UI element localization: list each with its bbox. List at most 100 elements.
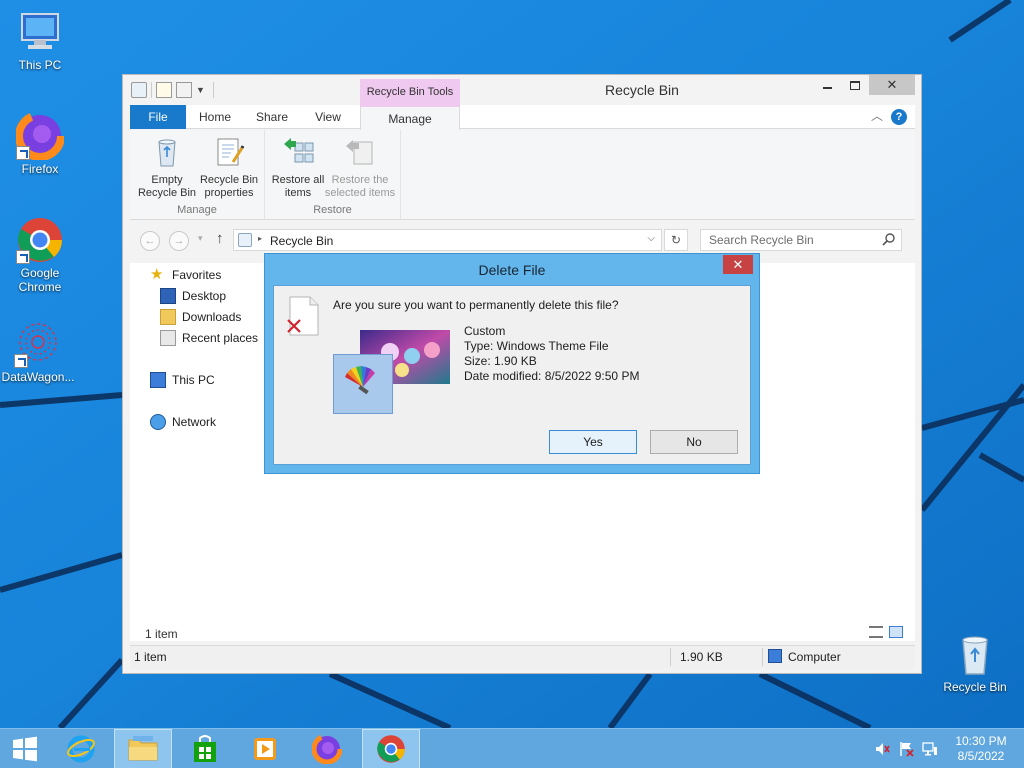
internet-explorer-icon [67, 735, 95, 763]
ribbon-button-label: Restore the selected items [324, 174, 396, 199]
clock-date: 8/5/2022 [957, 749, 1005, 763]
refresh-button[interactable]: ↻ [664, 229, 688, 251]
desktop-icon-label: Recycle Bin [943, 680, 1007, 694]
details-view-icon[interactable] [869, 626, 883, 638]
delete-file-icon [286, 296, 320, 339]
chrome-icon [377, 735, 405, 763]
firefox-icon [15, 111, 65, 161]
chevron-up-icon[interactable]: ︿ [871, 107, 883, 124]
computer-icon [16, 8, 64, 56]
address-bar[interactable]: ▸ Recycle Bin ⌵ [233, 229, 662, 251]
recycle-bin-small-icon [238, 233, 252, 247]
search-input[interactable] [700, 229, 902, 251]
desktop-icon-label: DataWagon... [1, 370, 75, 384]
dialog-title: Delete File [478, 262, 546, 278]
recent-places-icon [160, 330, 176, 346]
search-icon[interactable] [882, 233, 895, 249]
close-icon: ✕ [886, 77, 898, 92]
forward-button[interactable]: → [169, 231, 189, 251]
breadcrumb[interactable]: Recycle Bin [270, 234, 333, 248]
computer-icon [768, 649, 782, 663]
title-bar[interactable]: ▼ Recycle Bin Tools Recycle Bin ✕ [123, 75, 921, 105]
up-arrow-icon[interactable]: ↑ [216, 230, 224, 247]
taskbar-internet-explorer[interactable] [52, 729, 110, 768]
empty-recycle-bin-button[interactable]: Empty Recycle Bin [134, 134, 200, 200]
no-button[interactable]: No [650, 430, 738, 454]
windows-logo-icon [13, 736, 37, 762]
restore-selected-icon [344, 136, 376, 168]
breadcrumb-chevron-icon[interactable]: ▸ [258, 234, 262, 243]
yes-button[interactable]: Yes [549, 430, 637, 454]
nav-recent-places[interactable]: Recent places [160, 328, 258, 348]
status-size: 1.90 KB [680, 650, 723, 664]
desktop-icon-recycle-bin[interactable]: Recycle Bin [937, 630, 1013, 694]
store-icon [194, 735, 216, 762]
shortcut-arrow-icon [16, 250, 30, 264]
shortcut-arrow-icon [14, 354, 28, 368]
recycle-bin-icon [951, 630, 999, 678]
desktop-icon-this-pc[interactable]: This PC [2, 8, 78, 72]
window-title: Recycle Bin [605, 82, 679, 98]
nav-desktop[interactable]: Desktop [160, 286, 226, 306]
ribbon-tabs: File Home Share View Manage ︿ ? [130, 105, 915, 130]
empty-recycle-bin-icon [151, 136, 183, 168]
restore-selected-items-button[interactable]: Restore the selected items [323, 134, 397, 200]
tab-home[interactable]: Home [190, 105, 240, 129]
taskbar-media-player[interactable] [236, 729, 294, 768]
recent-locations-chevron-icon[interactable]: ▾ [198, 233, 203, 244]
ribbon-group-label: Manage [177, 204, 217, 216]
volume-muted-icon[interactable] [874, 741, 890, 757]
ribbon-group-restore: Restore all items Restore the selected i… [265, 130, 401, 220]
tab-manage[interactable]: Manage [360, 105, 460, 130]
dialog-close-button[interactable]: ✕ [723, 255, 753, 274]
taskbar-store[interactable] [176, 729, 234, 768]
nav-downloads[interactable]: Downloads [160, 307, 241, 327]
properties-icon [213, 136, 245, 168]
ribbon-group-manage: Empty Recycle Bin Recycle Bin properties… [130, 130, 265, 220]
media-player-icon [254, 738, 276, 760]
large-icons-view-icon[interactable] [889, 626, 903, 638]
dialog-question: Are you sure you want to permanently del… [333, 298, 619, 312]
desktop-icon-label: This PC [18, 58, 62, 72]
restore-all-icon [282, 136, 314, 168]
restore-all-items-button[interactable]: Restore all items [265, 134, 331, 200]
folder-icon [128, 736, 158, 761]
chevron-down-icon[interactable]: ⌵ [647, 233, 655, 244]
clock-time: 10:30 PM [955, 734, 1007, 748]
theme-file-icon [333, 354, 393, 414]
tab-view[interactable]: View [306, 105, 350, 129]
firefox-icon [312, 734, 342, 764]
status-bar: 1 item 1.90 KB Computer [130, 645, 915, 669]
back-button[interactable]: ← [140, 231, 160, 251]
delete-file-dialog[interactable]: Delete File ✕ Are you sure you want to p… [264, 253, 760, 474]
desktop-icon-label: Google Chrome [18, 266, 62, 294]
close-button[interactable]: ✕ [869, 75, 915, 95]
nav-favorites[interactable]: ★ Favorites [150, 265, 221, 285]
item-count: 1 item [145, 627, 178, 641]
minimize-button[interactable] [813, 75, 841, 95]
file-size: Size: 1.90 KB [464, 354, 537, 368]
start-button[interactable] [0, 729, 50, 768]
nav-this-pc[interactable]: This PC [150, 370, 215, 390]
taskbar-chrome[interactable] [362, 729, 420, 768]
file-date-modified: Date modified: 8/5/2022 9:50 PM [464, 369, 640, 383]
nav-network[interactable]: Network [150, 412, 216, 432]
desktop-icon-datawagon[interactable]: DataWagon... [0, 320, 76, 384]
taskbar-file-explorer[interactable] [114, 729, 172, 768]
taskbar-clock[interactable]: 10:30 PM 8/5/2022 [948, 734, 1014, 764]
network-icon [150, 414, 166, 430]
maximize-button[interactable] [841, 75, 869, 95]
desktop-icon-firefox[interactable]: Firefox [2, 111, 78, 176]
help-icon[interactable]: ? [891, 109, 907, 125]
tab-file[interactable]: File [130, 105, 186, 129]
desktop-icon-chrome[interactable]: Google Chrome [2, 216, 78, 294]
recycle-bin-properties-button[interactable]: Recycle Bin properties [196, 134, 262, 200]
taskbar-firefox[interactable] [298, 729, 356, 768]
tab-share[interactable]: Share [250, 105, 294, 129]
chrome-icon [16, 216, 64, 264]
network-icon[interactable] [922, 741, 938, 757]
address-bar-row: ← → ▾ ↑ ▸ Recycle Bin ⌵ ↻ [130, 228, 915, 254]
file-name: Custom [464, 324, 506, 338]
file-type: Type: Windows Theme File [464, 339, 609, 353]
action-center-flag-icon[interactable] [898, 741, 914, 757]
